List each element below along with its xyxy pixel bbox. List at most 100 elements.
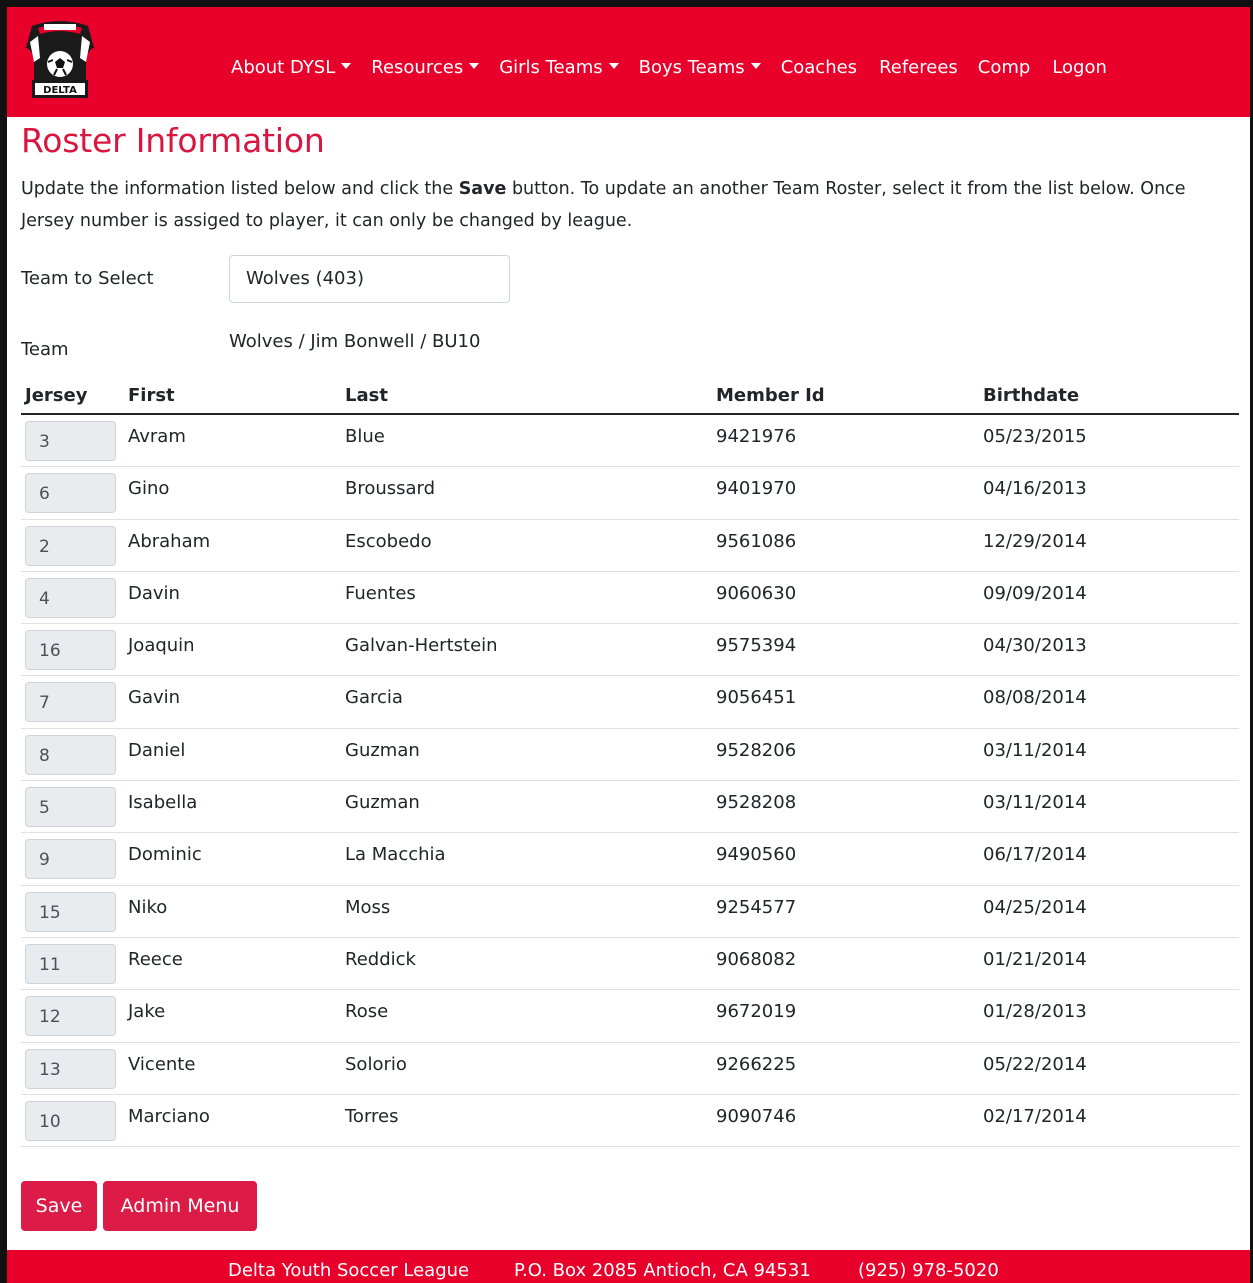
team-select-label: Team to Select — [21, 268, 154, 289]
table-row: 15 Niko Moss 9254577 04/25/2014 — [21, 886, 1239, 938]
jersey-number-field[interactable]: 11 — [25, 943, 116, 984]
nav-item-about-dysl[interactable]: About DYSL — [231, 56, 352, 80]
table-row: 7 Gavin Garcia 9056451 08/08/2014 — [21, 676, 1239, 729]
cell-member-id: 9090746 — [716, 1105, 797, 1127]
header-first: First — [128, 385, 175, 406]
table-row: 16 Joaquin Galvan-Hertstein 9575394 04/30/20… — [21, 624, 1239, 677]
cell-first: Niko — [128, 896, 168, 918]
nav-item-boys-teams[interactable]: Boys Teams — [639, 56, 761, 80]
table-row: 5 Isabella Guzman 9528208 03/11/2014 — [21, 781, 1239, 834]
footer-org: Delta Youth Soccer League — [228, 1260, 470, 1281]
jersey-number-field[interactable]: 8 — [25, 734, 116, 775]
jersey-number-field[interactable]: 2 — [25, 525, 116, 566]
nav-item-logon[interactable]: Logon — [1052, 56, 1107, 80]
jersey-number-field[interactable]: 4 — [25, 577, 116, 618]
cell-birthdate: 08/08/2014 — [983, 687, 1087, 709]
cell-birthdate: 01/21/2014 — [983, 948, 1087, 970]
nav-item-comp[interactable]: Comp — [978, 56, 1031, 80]
cell-first: Avram — [128, 426, 186, 447]
cell-member-id: 9528206 — [716, 739, 797, 761]
table-row: 11 Reece Reddick 9068082 01/21/2014 — [21, 938, 1239, 991]
cell-birthdate: 04/30/2013 — [983, 635, 1087, 657]
jersey-number-field[interactable]: 6 — [25, 473, 116, 514]
cell-member-id: 9401970 — [716, 478, 797, 500]
roster-table-header: Jersey First Last Member Id Birthdate — [21, 381, 1239, 415]
cell-first: Vicente — [128, 1053, 196, 1075]
cell-birthdate: 03/11/2014 — [983, 792, 1087, 814]
cell-last: Guzman — [345, 792, 420, 814]
nav-item-label: Girls Teams — [499, 57, 603, 78]
cell-member-id: 9421976 — [716, 426, 797, 447]
cell-first: Isabella — [128, 792, 198, 814]
cell-last: Torres — [345, 1105, 399, 1127]
nav-item-resources[interactable]: Resources — [371, 56, 480, 80]
cell-first: Dominic — [128, 844, 202, 866]
jersey-number-field[interactable]: 15 — [25, 891, 116, 932]
nav-item-label: Referees — [879, 57, 958, 78]
table-row: 6 Gino Broussard 9401970 04/16/2013 — [21, 467, 1239, 520]
nav-menu: About DYSL Resources Girls Teams Boys Teams… — [231, 55, 1107, 81]
jersey-number-field[interactable]: 13 — [25, 1048, 116, 1089]
jersey-number-field[interactable]: 9 — [25, 839, 116, 880]
intro-text: Update the information listed below and … — [21, 173, 1243, 237]
header-jersey: Jersey — [25, 385, 88, 406]
caret-down-icon — [469, 63, 480, 69]
cell-last: Moss — [345, 896, 391, 918]
cell-first: Daniel — [128, 739, 186, 761]
cell-member-id: 9056451 — [716, 687, 797, 709]
nav-item-label: Coaches — [780, 57, 858, 78]
nav-item-label: About DYSL — [231, 57, 336, 78]
jersey-number-field[interactable]: 5 — [25, 787, 116, 828]
jersey-number-field[interactable]: 3 — [25, 421, 116, 461]
cell-birthdate: 05/22/2014 — [983, 1053, 1087, 1075]
caret-down-icon — [750, 63, 761, 69]
table-row: 9 Dominic La Macchia 9490560 06/17/2014 — [21, 833, 1239, 886]
cell-member-id: 9672019 — [716, 1001, 797, 1023]
cell-last: Fuentes — [345, 582, 416, 604]
jersey-number-field[interactable]: 10 — [25, 1100, 116, 1141]
cell-last: Guzman — [345, 739, 420, 761]
cell-birthdate: 09/09/2014 — [983, 582, 1087, 604]
jersey-number-field[interactable]: 7 — [25, 682, 116, 723]
footer-address: P.O. Box 2085 Antioch, CA 94531 — [514, 1260, 811, 1281]
cell-first: Marciano — [128, 1105, 210, 1127]
cell-first: Davin — [128, 582, 180, 604]
cell-member-id: 9266225 — [716, 1053, 797, 1075]
table-row: 2 Abraham Escobedo 9561086 12/29/2014 — [21, 520, 1239, 572]
table-row: 4 Davin Fuentes 9060630 09/09/2014 — [21, 572, 1239, 625]
jersey-number-field[interactable]: 12 — [25, 996, 116, 1037]
roster-table-body: 3 Avram Blue 9421976 05/23/2015 6 Gino Broussar… — [21, 415, 1239, 1148]
cell-first: Abraham — [128, 530, 211, 552]
nav-item-referees[interactable]: Referees — [879, 56, 958, 80]
cell-last: La Macchia — [345, 844, 446, 866]
cell-member-id: 9490560 — [716, 844, 797, 866]
dysl-logo[interactable]: DELTA — [24, 18, 96, 102]
nav-item-label: Logon — [1052, 57, 1107, 78]
jersey-number-field[interactable]: 16 — [25, 630, 116, 671]
admin-menu-button[interactable]: Admin Menu — [103, 1181, 257, 1231]
intro-text-start: Update the information listed below and … — [21, 179, 459, 199]
team-label: Team — [21, 339, 69, 360]
table-row: 10 Marciano Torres 9090746 02/17/2014 — [21, 1095, 1239, 1148]
cell-birthdate: 05/23/2015 — [983, 426, 1087, 447]
cell-first: Reece — [128, 948, 183, 970]
save-button[interactable]: Save — [21, 1181, 97, 1231]
intro-save-keyword: Save — [458, 179, 507, 199]
footer-phone: (925) 978-5020 — [858, 1260, 999, 1281]
cell-member-id: 9561086 — [716, 530, 797, 552]
nav-item-coaches[interactable]: Coaches — [781, 56, 857, 80]
cell-birthdate: 03/11/2014 — [983, 739, 1087, 761]
cell-last: Reddick — [345, 948, 416, 970]
team-select-dropdown[interactable]: Wolves (403) — [229, 255, 510, 303]
cell-last: Escobedo — [345, 530, 432, 552]
table-row: 13 Vicente Solorio 9266225 05/22/2014 — [21, 1043, 1239, 1095]
team-value: Wolves / Jim Bonwell / BU10 — [229, 331, 481, 352]
cell-first: Gino — [128, 478, 170, 500]
cell-birthdate: 01/28/2013 — [983, 1001, 1087, 1023]
cell-last: Galvan-Hertstein — [345, 635, 498, 657]
svg-text:DELTA: DELTA — [43, 85, 77, 96]
table-row: 3 Avram Blue 9421976 05/23/2015 — [21, 415, 1239, 468]
cell-last: Blue — [345, 426, 385, 447]
cell-member-id: 9528208 — [716, 792, 797, 814]
nav-item-girls-teams[interactable]: Girls Teams — [499, 56, 619, 80]
